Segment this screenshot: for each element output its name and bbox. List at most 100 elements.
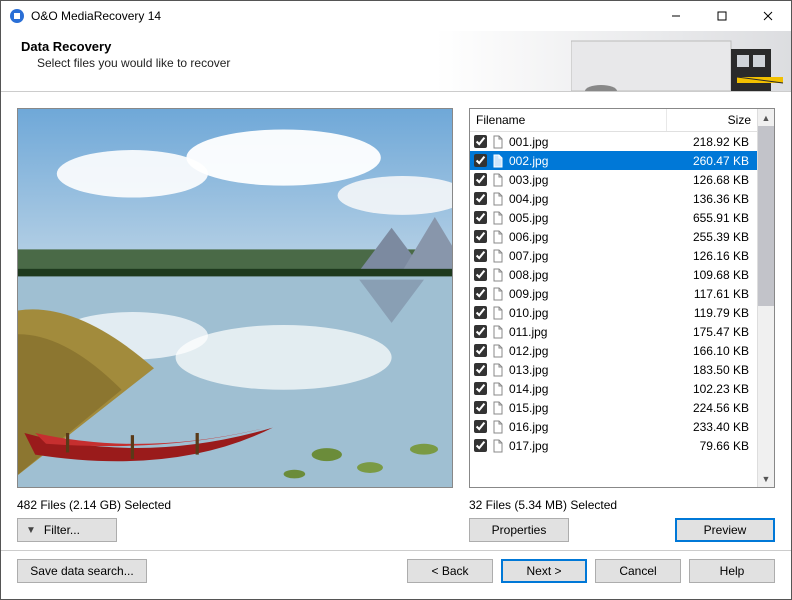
- file-size: 117.61 KB: [673, 287, 757, 301]
- list-header[interactable]: Filename Size: [470, 109, 757, 132]
- filter-button[interactable]: ▼ Filter...: [17, 518, 117, 542]
- file-name: 001.jpg: [509, 135, 673, 149]
- row-checkbox[interactable]: [474, 306, 487, 319]
- main-content: 482 Files (2.14 GB) Selected ▼ Filter...…: [1, 92, 791, 550]
- file-size: 255.39 KB: [673, 230, 757, 244]
- scrollbar[interactable]: ▲ ▼: [757, 109, 774, 487]
- file-icon: [491, 154, 505, 168]
- row-checkbox[interactable]: [474, 268, 487, 281]
- file-size: 218.92 KB: [673, 135, 757, 149]
- file-name: 013.jpg: [509, 363, 673, 377]
- file-size: 260.47 KB: [673, 154, 757, 168]
- row-checkbox[interactable]: [474, 192, 487, 205]
- chevron-down-icon: ▼: [26, 525, 36, 536]
- table-row[interactable]: 004.jpg136.36 KB: [470, 189, 757, 208]
- minimize-button[interactable]: [653, 1, 699, 31]
- table-row[interactable]: 012.jpg166.10 KB: [470, 341, 757, 360]
- filter-label: Filter...: [44, 523, 80, 537]
- file-name: 015.jpg: [509, 401, 673, 415]
- list-body[interactable]: 001.jpg218.92 KB002.jpg260.47 KB003.jpg1…: [470, 132, 757, 487]
- file-name: 002.jpg: [509, 154, 673, 168]
- file-name: 017.jpg: [509, 439, 673, 453]
- scroll-down-button[interactable]: ▼: [758, 470, 774, 487]
- file-size: 175.47 KB: [673, 325, 757, 339]
- file-size: 136.36 KB: [673, 192, 757, 206]
- table-row[interactable]: 017.jpg79.66 KB: [470, 436, 757, 455]
- row-checkbox[interactable]: [474, 249, 487, 262]
- preview-image: [18, 109, 452, 487]
- row-checkbox[interactable]: [474, 211, 487, 224]
- col-filename[interactable]: Filename: [470, 109, 667, 131]
- file-name: 009.jpg: [509, 287, 673, 301]
- file-size: 233.40 KB: [673, 420, 757, 434]
- cancel-button[interactable]: Cancel: [595, 559, 681, 583]
- file-name: 005.jpg: [509, 211, 673, 225]
- file-icon: [491, 230, 505, 244]
- file-name: 007.jpg: [509, 249, 673, 263]
- file-icon: [491, 306, 505, 320]
- table-row[interactable]: 002.jpg260.47 KB: [470, 151, 757, 170]
- col-size[interactable]: Size: [667, 109, 757, 131]
- table-row[interactable]: 008.jpg109.68 KB: [470, 265, 757, 284]
- title-bar: O&O MediaRecovery 14: [1, 1, 791, 31]
- file-icon: [491, 382, 505, 396]
- table-row[interactable]: 016.jpg233.40 KB: [470, 417, 757, 436]
- right-status-text: 32 Files (5.34 MB) Selected: [469, 498, 775, 512]
- maximize-button[interactable]: [699, 1, 745, 31]
- table-row[interactable]: 006.jpg255.39 KB: [470, 227, 757, 246]
- table-row[interactable]: 007.jpg126.16 KB: [470, 246, 757, 265]
- table-row[interactable]: 013.jpg183.50 KB: [470, 360, 757, 379]
- row-checkbox[interactable]: [474, 344, 487, 357]
- next-button[interactable]: Next >: [501, 559, 587, 583]
- table-row[interactable]: 003.jpg126.68 KB: [470, 170, 757, 189]
- preview-button[interactable]: Preview: [675, 518, 775, 542]
- close-button[interactable]: [745, 1, 791, 31]
- row-checkbox[interactable]: [474, 173, 487, 186]
- file-size: 126.68 KB: [673, 173, 757, 187]
- banner-graphic: [571, 31, 791, 91]
- table-row[interactable]: 014.jpg102.23 KB: [470, 379, 757, 398]
- file-list-pane: Filename Size 001.jpg218.92 KB002.jpg260…: [469, 108, 775, 542]
- file-icon: [491, 401, 505, 415]
- row-checkbox[interactable]: [474, 154, 487, 167]
- row-checkbox[interactable]: [474, 363, 487, 376]
- row-checkbox[interactable]: [474, 325, 487, 338]
- file-list: Filename Size 001.jpg218.92 KB002.jpg260…: [469, 108, 775, 488]
- back-button[interactable]: < Back: [407, 559, 493, 583]
- file-icon: [491, 363, 505, 377]
- table-row[interactable]: 009.jpg117.61 KB: [470, 284, 757, 303]
- row-checkbox[interactable]: [474, 382, 487, 395]
- properties-button[interactable]: Properties: [469, 518, 569, 542]
- row-checkbox[interactable]: [474, 420, 487, 433]
- file-name: 008.jpg: [509, 268, 673, 282]
- file-size: 183.50 KB: [673, 363, 757, 377]
- row-checkbox[interactable]: [474, 230, 487, 243]
- file-icon: [491, 325, 505, 339]
- app-icon: [9, 8, 25, 24]
- row-checkbox[interactable]: [474, 287, 487, 300]
- file-name: 003.jpg: [509, 173, 673, 187]
- table-row[interactable]: 015.jpg224.56 KB: [470, 398, 757, 417]
- file-icon: [491, 249, 505, 263]
- file-name: 010.jpg: [509, 306, 673, 320]
- help-button[interactable]: Help: [689, 559, 775, 583]
- file-icon: [491, 268, 505, 282]
- scroll-thumb[interactable]: [758, 126, 774, 306]
- file-size: 166.10 KB: [673, 344, 757, 358]
- table-row[interactable]: 001.jpg218.92 KB: [470, 132, 757, 151]
- row-checkbox[interactable]: [474, 401, 487, 414]
- image-preview: [17, 108, 453, 488]
- table-row[interactable]: 005.jpg655.91 KB: [470, 208, 757, 227]
- file-size: 119.79 KB: [673, 306, 757, 320]
- table-row[interactable]: 011.jpg175.47 KB: [470, 322, 757, 341]
- row-checkbox[interactable]: [474, 135, 487, 148]
- row-checkbox[interactable]: [474, 439, 487, 452]
- file-icon: [491, 192, 505, 206]
- file-name: 011.jpg: [509, 325, 673, 339]
- scroll-up-button[interactable]: ▲: [758, 109, 774, 126]
- table-row[interactable]: 010.jpg119.79 KB: [470, 303, 757, 322]
- file-name: 006.jpg: [509, 230, 673, 244]
- page-header: Data Recovery Select files you would lik…: [1, 31, 791, 91]
- file-name: 014.jpg: [509, 382, 673, 396]
- save-search-button[interactable]: Save data search...: [17, 559, 147, 583]
